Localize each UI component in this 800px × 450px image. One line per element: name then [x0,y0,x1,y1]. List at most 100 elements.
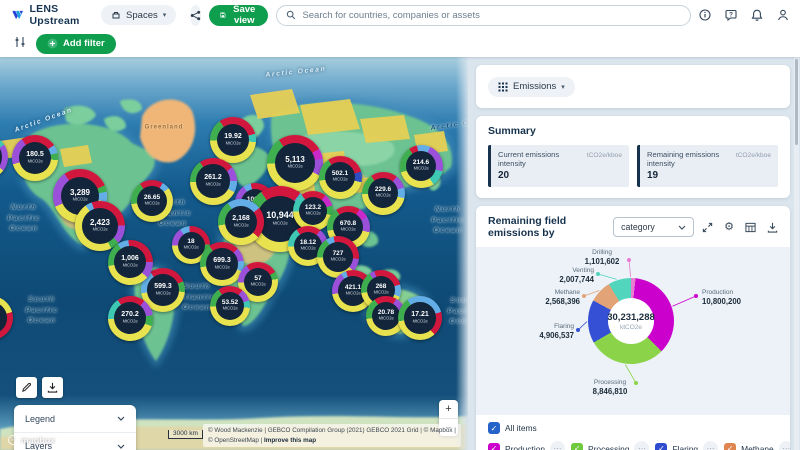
marker-core: 261.2 MtCO2e [196,164,229,197]
expand-icon [702,222,713,233]
info-button[interactable] [699,9,711,21]
emissions-marker[interactable]: 5,113MtCO2e [267,135,323,191]
chevron-down-icon: ▾ [163,11,167,19]
emissions-dropdown[interactable]: Emissions ▾ [488,77,575,97]
marker-value: 20.78 [378,310,394,317]
draw-button[interactable] [16,377,37,398]
marker-value: 502.1 [332,171,348,178]
account-button[interactable] [777,9,789,21]
category-select[interactable]: category [613,217,694,237]
marker-value: 5,113 [285,156,305,164]
legend-item-processing[interactable]: ✓Processing⋯ [571,441,655,450]
emissions-marker[interactable]: 261.2 MtCO2e [190,158,237,205]
filter-sliders-icon [14,36,26,48]
donut-total: 30,231,288 [607,312,655,323]
emissions-marker[interactable]: 1,006MtCO2e [108,240,153,285]
add-filter-button[interactable]: Add filter [36,34,116,54]
filter-bar: Add filter [0,30,800,57]
marker-value: 261.2 [204,174,222,181]
notifications-button[interactable] [751,9,763,22]
map-tools [16,377,63,398]
donut-unit: ktCO2e [620,324,642,331]
marker-value: 123.2 [305,205,321,212]
marker-core: 5,113MtCO2e [275,143,315,183]
panel-scrollbar[interactable] [794,57,799,450]
info-icon [699,9,711,21]
marker-value: 670.8 [340,221,356,228]
scrollbar-thumb[interactable] [795,59,798,145]
table-view-button[interactable] [745,222,756,233]
legend-all-items[interactable]: ✓ All items [488,422,778,434]
emissions-marker[interactable]: 17.21MtCO2e [398,296,442,340]
emissions-marker[interactable]: 53.52MtCO2e [210,286,250,326]
stat-value: 19 [647,170,771,181]
item-menu-button[interactable]: ⋯ [779,441,790,450]
emissions-marker[interactable]: 180.5MtCO2e [12,135,58,181]
emissions-marker[interactable]: 26.65MtCO2e [131,180,173,222]
filter-settings-button[interactable] [14,35,26,53]
checkbox-checked[interactable]: ✓ [724,443,736,450]
help-button[interactable]: ? [725,9,737,21]
map-canvas[interactable]: Arctic OceanArctic OceanArctic OceanNort… [0,57,468,450]
checkbox-checked[interactable]: ✓ [488,443,500,450]
chart-legend: ✓ All items ✓Production⋯✓Processing⋯✓Fla… [476,415,790,450]
item-menu-button[interactable]: ⋯ [550,441,565,450]
checkbox-checked[interactable]: ✓ [571,443,583,450]
donut-center: 30,231,288 ktCO2e [608,298,654,344]
donut-chart[interactable]: 30,231,288 ktCO2e Drilling1,101,602 Produ… [476,247,790,415]
topbar-icons: ? [699,9,793,22]
donut-label-processing: Processing8,846,810 [579,379,641,397]
marker-unit: MtCO2e [27,160,42,164]
marker-value: 18.12 [300,240,316,247]
marker-core: 502.1MtCO2e [325,162,356,193]
search-input[interactable] [302,10,681,21]
spaces-label: Spaces [126,10,158,21]
item-menu-button[interactable]: ⋯ [634,441,649,450]
segment-name: Flaring [504,323,574,331]
settings-button[interactable]: ⚙ [724,222,734,233]
marker-unit: MtCO2e [300,247,315,251]
legend-toggle[interactable]: Legend [14,405,136,432]
legend-item-methane[interactable]: ✓Methane⋯ [724,441,790,450]
legend-item-flaring[interactable]: ✓Flaring⋯ [655,441,724,450]
zoom-in-button[interactable]: + [439,400,458,418]
marker-core: 2,423MtCO2e [82,208,118,244]
item-menu-button[interactable]: ⋯ [703,441,718,450]
mapbox-logo[interactable]: © mapbox [8,435,55,445]
marker-unit: MtCO2e [72,198,87,202]
marker-unit: MtCO2e [205,183,220,187]
chevron-down-icon: ▾ [561,83,565,91]
share-button[interactable] [190,5,201,26]
emissions-marker[interactable]: 214.6MtCO2e [400,145,443,188]
improve-map-link[interactable]: Improve this map [264,437,316,444]
attribution-text: © Wood Mackenzie | GEBCO Compilation Gro… [208,427,456,443]
marker-unit: MtCO2e [122,320,137,324]
emissions-marker[interactable]: 270.2MtCO2e [108,296,153,341]
grid-icon [498,82,508,92]
view-selector-card: Emissions ▾ [476,65,790,108]
chart-download-button[interactable] [767,222,778,233]
emissions-marker[interactable]: 2,168MtCO2e [218,199,264,245]
segment-name: Production [702,289,782,297]
emissions-marker[interactable]: 502.1MtCO2e [319,156,362,199]
emissions-marker[interactable]: 19.92MtCO2e [210,117,256,163]
spaces-dropdown[interactable]: Spaces ▾ [101,5,176,25]
marker-unit: MtCO2e [330,258,345,262]
share-icon [190,10,201,21]
expand-button[interactable] [702,222,713,233]
save-view-button[interactable]: Save view [209,5,268,26]
donut-label-venting: Venting2,007,744 [524,267,594,285]
top-bar: LENS Upstream Spaces ▾ Save view [0,0,800,30]
emissions-marker[interactable]: 229.6MtCO2e [362,172,405,215]
checkbox-checked[interactable]: ✓ [488,422,500,434]
summary-card: Summary Current emissions intensity tCO2… [476,116,790,198]
chart-title: Remaining field emissions by [488,215,605,239]
marker-unit: MtCO2e [345,292,360,296]
notifications-icon [751,9,763,22]
legend-item-production[interactable]: ✓Production⋯ [488,441,571,450]
checkbox-checked[interactable]: ✓ [655,443,667,450]
donut-label-drilling: Drilling1,101,602 [572,249,632,267]
woodmac-logo-icon [12,8,24,22]
map-download-button[interactable] [42,377,63,398]
app-title: LENS Upstream [30,3,86,27]
